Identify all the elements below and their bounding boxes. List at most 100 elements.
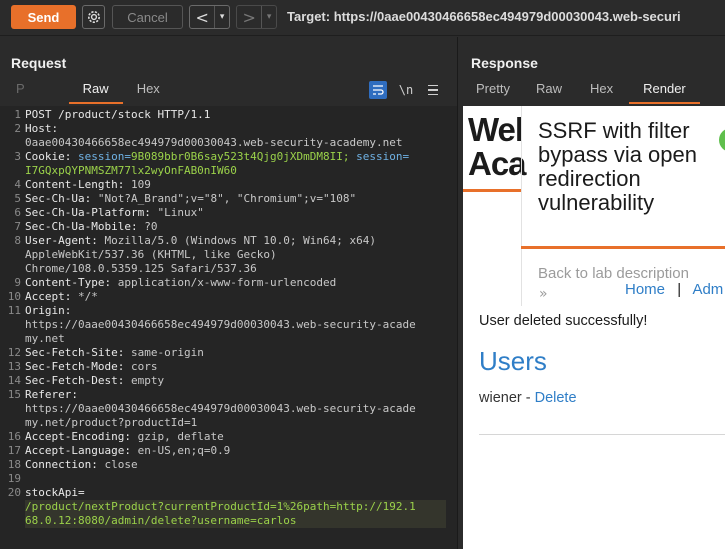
- rendered-page: Wel Aca SSRF with filter bypass via open…: [463, 106, 725, 549]
- user-dash: -: [521, 390, 535, 406]
- nav-separator: |: [677, 281, 682, 298]
- line-number: 1: [14, 108, 21, 121]
- user-name: wiener: [479, 390, 522, 406]
- response-title: Response: [471, 55, 538, 71]
- line-number: 8: [14, 234, 21, 247]
- logo-underline: [463, 189, 521, 192]
- header-name: Accept-Encoding:: [25, 430, 131, 443]
- header-value: my.net/product?productId=1: [25, 416, 198, 429]
- line-number: 20: [7, 486, 21, 499]
- line-number: 9: [14, 276, 21, 289]
- forward-history-dropdown[interactable]: ▾: [262, 6, 276, 28]
- header-name: Sec-Fetch-Mode:: [25, 360, 125, 373]
- code-text: Content-Length: 109: [25, 178, 151, 192]
- line-number: 11: [7, 304, 21, 317]
- tab-pretty[interactable]: Pretty: [476, 81, 510, 103]
- code-text: Accept: */*: [25, 290, 98, 304]
- gear-icon: [87, 11, 100, 23]
- request-panel: Request P Raw Hex \n 1 POST /product/stoc…: [0, 37, 458, 549]
- admin-panel-link[interactable]: Adm: [692, 281, 723, 298]
- header-value: 109: [130, 178, 151, 191]
- forward-button[interactable]: >: [237, 6, 263, 28]
- forward-nav-group: > ▾: [236, 5, 277, 29]
- tab-hex[interactable]: Hex: [590, 81, 613, 103]
- line-number: 13: [7, 360, 21, 373]
- body-param-value: 68.0.12:8080/admin/delete?username=carlo…: [25, 514, 297, 527]
- code-text: my.net/product?productId=1: [25, 416, 197, 430]
- header-value: ?0: [144, 220, 158, 233]
- cookie-value: I7GQxpQYPNMSZM77lx2wyOnFAB0nIW60: [25, 164, 237, 177]
- code-text: https://0aae00430466658ec494979d00030043…: [25, 318, 416, 332]
- title-underline: [521, 246, 725, 249]
- lab-title: SSRF with filter bypass via open redirec…: [538, 118, 697, 215]
- request-line-text: POST /product/stock HTTP/1.1: [25, 108, 211, 121]
- header-value: Chrome/108.0.5359.125 Safari/537.36: [25, 262, 257, 275]
- header-value: empty: [130, 374, 165, 387]
- line-number: 19: [7, 472, 21, 485]
- header-value: https://0aae00430466658ec494979d00030043…: [25, 402, 416, 415]
- header-name: Connection:: [25, 458, 98, 471]
- header-name: User-Agent:: [25, 234, 98, 247]
- header-value: Mozilla/5.0 (Windows NT 10.0; Win64; x64…: [104, 234, 377, 247]
- line-number: 12: [7, 346, 21, 359]
- header-value: en-US,en;q=0.9: [137, 444, 231, 457]
- header-name: Sec-Ch-Ua-Mobile:: [25, 220, 138, 233]
- header-value: gzip, deflate: [137, 430, 224, 443]
- wrap-icon: [373, 85, 384, 95]
- code-text: Sec-Fetch-Dest: empty: [25, 374, 164, 388]
- toolbar: Send Cancel < ▾ > ▾ Target: https://0aae…: [0, 0, 725, 36]
- divider: [479, 434, 725, 435]
- header-name: Host:: [25, 122, 59, 135]
- cookie-value: 9B089bbr0B6say523t4Qjg0jXDmDM8II;: [130, 150, 350, 163]
- delete-user-link[interactable]: Delete: [535, 390, 577, 406]
- response-panel: Response Pretty Raw Hex Render Wel Aca S…: [460, 37, 725, 549]
- header-name: Accept-Language:: [25, 444, 131, 457]
- request-tabs: P Raw Hex: [16, 81, 160, 104]
- code-text: POST /product/stock HTTP/1.1: [25, 108, 210, 122]
- header-name: Content-Type:: [25, 276, 112, 289]
- menu-icon[interactable]: [425, 84, 441, 96]
- home-link[interactable]: Home: [625, 281, 665, 298]
- line-number: 5: [14, 192, 21, 205]
- settings-button[interactable]: [82, 5, 105, 29]
- header-name: stockApi=: [25, 486, 85, 499]
- cancel-button[interactable]: Cancel: [112, 5, 183, 29]
- back-to-lab-link[interactable]: Back to lab description: [538, 265, 689, 282]
- chevron-double-right-icon: »: [539, 286, 548, 302]
- code-text: stockApi=: [25, 486, 85, 500]
- header-name: Origin:: [25, 304, 72, 317]
- code-text: Chrome/108.0.5359.125 Safari/537.36: [25, 262, 257, 276]
- header-name: Sec-Ch-Ua:: [25, 192, 92, 205]
- back-history-dropdown[interactable]: ▾: [215, 6, 229, 28]
- tab-raw[interactable]: Raw: [536, 81, 562, 103]
- code-text: my.net: [25, 332, 65, 346]
- status-message: User deleted successfully!: [479, 313, 648, 329]
- code-text: 68.0.12:8080/admin/delete?username=carlo…: [25, 514, 297, 528]
- target-url[interactable]: Target: https://0aae00430466658ec494979d…: [287, 9, 681, 24]
- tab-render[interactable]: Render: [629, 81, 700, 104]
- code-text: Sec-Fetch-Mode: cors: [25, 360, 157, 374]
- header-value: AppleWebKit/537.36 (KHTML, like Gecko): [25, 248, 277, 261]
- back-button[interactable]: <: [190, 6, 216, 28]
- header-value: */*: [77, 290, 98, 303]
- logo-text-line1: Wel: [468, 111, 524, 148]
- line-wrap-button[interactable]: [369, 81, 387, 99]
- request-tools: \n: [369, 81, 441, 99]
- header-name: Accept:: [25, 290, 72, 303]
- show-newlines-button[interactable]: \n: [395, 83, 417, 97]
- code-text: Sec-Ch-Ua: "Not?A_Brand";v="8", "Chromiu…: [25, 192, 356, 206]
- logo-text-line2: Aca: [468, 145, 527, 182]
- tab-raw[interactable]: Raw: [68, 81, 123, 104]
- code-text: Content-Type: application/x-www-form-url…: [25, 276, 336, 290]
- request-title: Request: [11, 55, 67, 71]
- line-number: 3: [14, 150, 21, 163]
- header-name: Content-Length:: [25, 178, 125, 191]
- cookie-name: session=: [77, 150, 131, 163]
- users-heading: Users: [479, 346, 547, 376]
- request-editor[interactable]: 1 POST /product/stock HTTP/1.1 2 Host: 0aae0…: [0, 106, 457, 549]
- tab-hex[interactable]: Hex: [137, 81, 160, 103]
- tab-pretty[interactable]: P: [16, 81, 25, 103]
- code-text: https://0aae00430466658ec494979d00030043…: [25, 402, 416, 416]
- send-button[interactable]: Send: [11, 5, 76, 29]
- code-text: Connection: close: [25, 458, 138, 472]
